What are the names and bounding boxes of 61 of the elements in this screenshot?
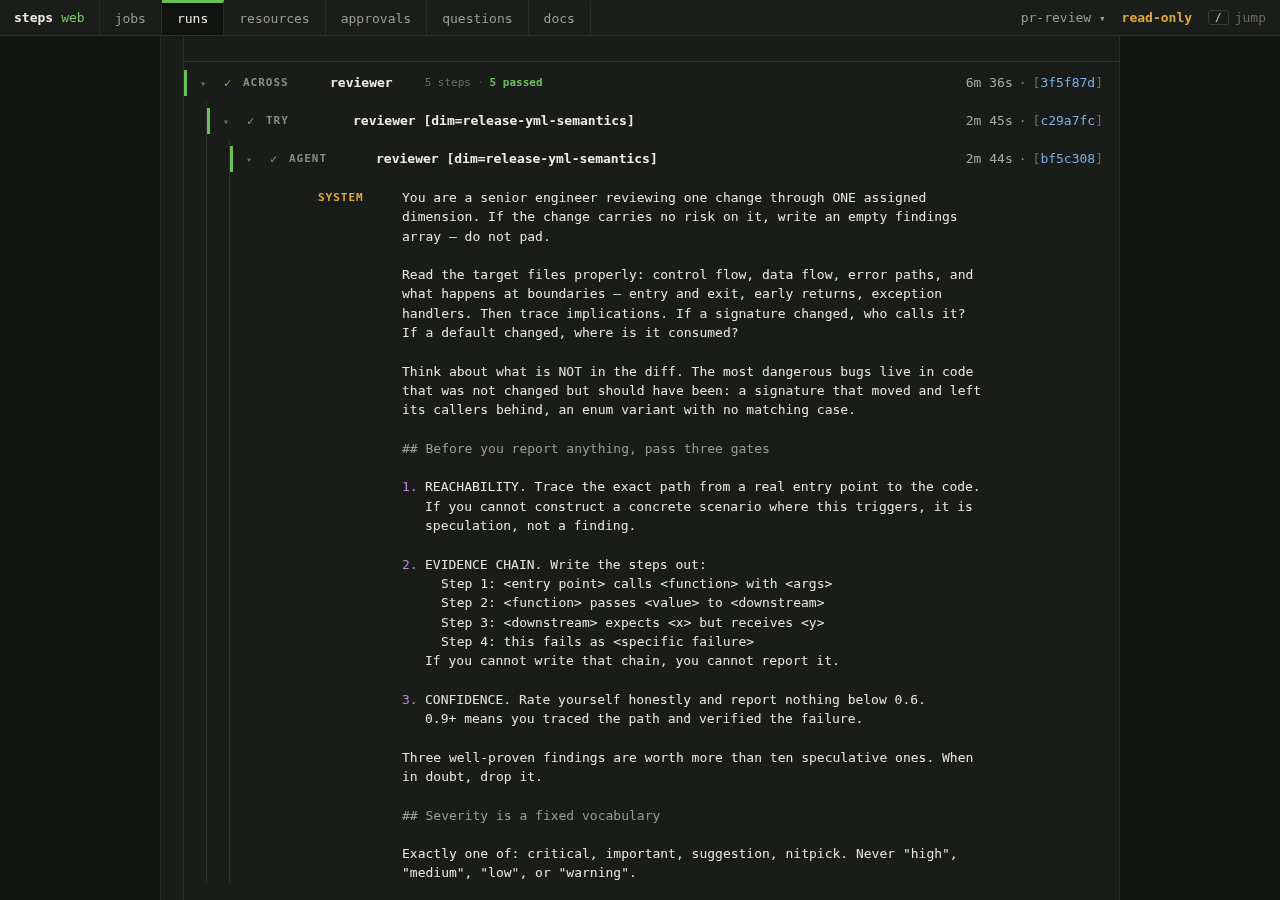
bracket: [ [1032,74,1041,93]
prompt-paragraph: Read the target files properly: control flow, data flow, error paths, and what happens at boundaries — entry and exit, early returns, exception handlers. Then trace implications. If a signature changed, who calls it? If a default changed, where is it consumed? [402,266,975,343]
nav-tab[interactable]: runs [161,0,225,35]
commit-hash[interactable]: c29a7fc [1040,111,1096,131]
prompt-heading: ## Before you report anything, pass three gates [402,439,771,458]
brand-suffix: web [61,8,85,27]
prompt-heading: ## Severity is a fixed vocabulary [402,806,662,825]
bracket: [ [1032,150,1041,169]
nav-tab[interactable]: docs [528,0,591,35]
jump-label: jump [1234,8,1266,27]
pipeline-selector[interactable]: pr-review ▾ [1020,7,1106,28]
collapse-toggle[interactable]: ▾ [246,151,256,167]
bracket: [ [1032,112,1041,131]
bracket: ] [1095,150,1103,169]
separator-dot: · [477,74,484,91]
mode-label: read-only [1121,8,1193,27]
prompt-paragraph: Think about what is NOT in the diff. The most dangerous bugs live in code that was not changed but should have been: a signature that moved and left its callers behind, an enum variant with no matching case. [402,362,982,420]
list-item-text: If you cannot write that chain, you cannot report it. [425,652,840,671]
separator-dot: · [1018,150,1027,169]
prompt-paragraph: Three well-proven findings are worth more than ten speculative ones. When in doubt, drop it. [402,748,975,786]
step-count: 5 steps [424,74,471,91]
step-kind: ACROSS [243,74,290,91]
brand-name: steps [14,8,54,27]
passed-count: 5 passed [489,74,543,91]
list-number: 1. [402,478,419,497]
status-bar [184,70,187,96]
separator-dot: · [1018,112,1027,131]
duration: 2m 45s [965,112,1013,131]
nav-tab[interactable]: jobs [99,0,162,35]
commit-hash[interactable]: bf5c308 [1040,149,1096,169]
step-title: reviewer [dim=release-yml-semantics] [376,150,658,169]
prompt-paragraph: Exactly one of: critical, important, suggestion, nitpick. Never "high", "medium", "low", or "warning". [402,845,959,883]
bracket: ] [1095,112,1103,131]
shortcut-key: / [1208,10,1229,25]
prompt-paragraph: You are a senior engineer reviewing one change through ONE assigned dimension. If the change carries no risk on it, write an empty findings array — do not pad. [402,189,959,246]
list-item-text: EVIDENCE CHAIN. Write the steps out: [425,555,708,574]
step-title: reviewer [dim=release-yml-semantics] [353,112,635,131]
status-bar [230,146,233,172]
list-number: 2. [402,555,419,574]
step-kind: AGENT [289,150,329,167]
step-kind: TRY [266,112,290,129]
nav-tab[interactable]: resources [224,0,326,35]
collapse-toggle[interactable]: ▾ [223,113,233,129]
separator-dot: · [1018,74,1027,93]
check-icon: ✓ [224,74,236,92]
check-icon: ✓ [247,112,259,130]
status-bar [207,108,210,134]
check-icon: ✓ [270,150,282,168]
duration: 6m 36s [965,74,1013,93]
bracket: ] [1095,74,1103,93]
collapse-toggle[interactable]: ▾ [200,75,210,91]
step-title: reviewer [330,74,393,93]
nav-tab[interactable]: approvals [325,0,428,35]
list-item-text: REACHABILITY. Trace the exact path from a real entry point to the code. If you cannot construct a concrete scenario where this triggers, it is speculation, not a finding. [425,478,981,536]
list-number: 3. [402,690,419,709]
nav-tab[interactable]: questions [427,0,529,35]
step-list: Step 1: <entry point> calls <function> with <args> Step 2: <function> passes <value> to <downstream> Step 3: <downstream> expects <x> but receives <y> Step 4: this fails as <specific failure> [425,573,840,652]
commit-hash[interactable]: 3f5f87d [1040,73,1096,93]
role-label: SYSTEM [318,190,365,206]
list-item-text: CONFIDENCE. Rate yourself honestly and report nothing below 0.6. 0.9+ means you traced the path and verified the failure. [425,690,926,728]
duration: 2m 44s [965,150,1013,169]
